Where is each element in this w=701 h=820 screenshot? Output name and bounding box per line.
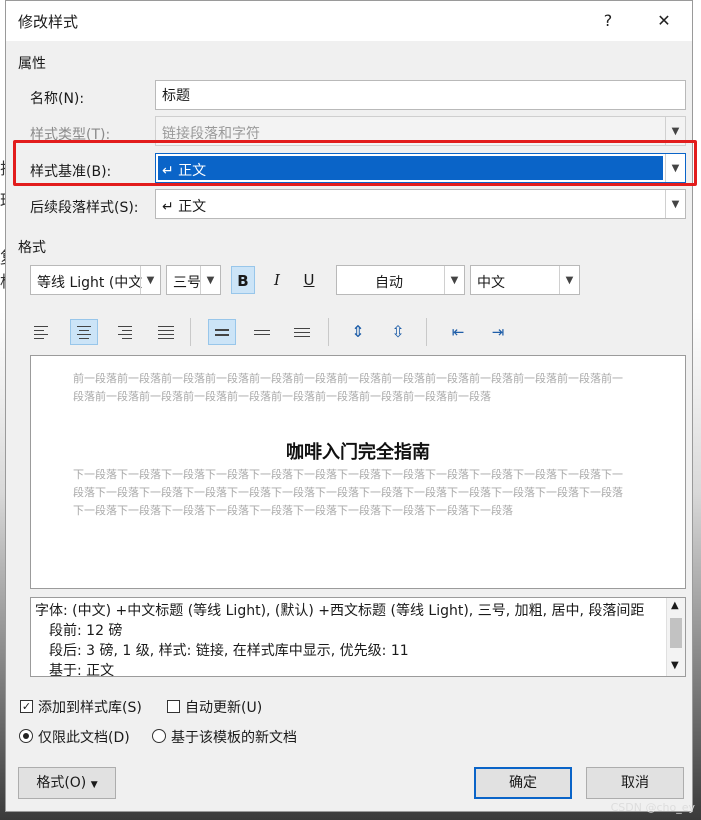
description-scrollbar[interactable]: ▲ ▼ — [666, 598, 685, 676]
format-button-label: 格式(O) — [36, 775, 87, 791]
description-line: 基于: 正文 — [49, 663, 115, 677]
font-color-value: 自动 — [375, 275, 403, 291]
style-preview: 前一段落前一段落前一段落前一段落前一段落前一段落前一段落前一段落前一段落前一段落… — [30, 355, 686, 589]
chevron-down-icon[interactable]: ▼ — [444, 266, 464, 294]
chevron-up-icon[interactable]: ▲ — [671, 600, 679, 611]
font-color-select[interactable]: 自动 ▼ — [336, 265, 465, 295]
caret-down-icon: ▼ — [90, 780, 98, 790]
style-description: 字体: (中文) +中文标题 (等线 Light), (默认) +西文标题 (等… — [30, 597, 686, 677]
script-select[interactable]: 中文 ▼ — [470, 265, 580, 295]
justify-icon[interactable] — [152, 319, 180, 345]
size-select[interactable]: 三号 ▼ — [166, 265, 221, 295]
next-style-select[interactable]: ↵ 正文 ▼ — [155, 189, 686, 219]
size-value: 三号 — [173, 275, 201, 291]
modify-style-dialog: 修改样式 ? ✕ 属性 名称(N): 标题 样式类型(T): 链接段落和字符 ▼… — [5, 0, 693, 812]
script-value: 中文 — [477, 275, 505, 291]
format-menu-button[interactable]: 格式(O) ▼ — [18, 767, 116, 799]
help-button[interactable]: ? — [590, 7, 626, 35]
chevron-down-icon[interactable]: ▼ — [671, 660, 679, 671]
next-style-label: 后续段落样式(S): — [30, 200, 139, 216]
chevron-down-icon[interactable]: ▼ — [665, 190, 685, 218]
watermark: CSDN @cho_ey — [610, 801, 695, 814]
description-line: 段前: 12 磅 — [49, 623, 123, 639]
double-spacing-icon[interactable] — [288, 319, 316, 345]
chevron-down-icon[interactable]: ▼ — [140, 266, 160, 294]
name-input[interactable]: 标题 — [155, 80, 686, 110]
ok-button[interactable]: 确定 — [474, 767, 572, 799]
properties-section-label: 属性 — [18, 56, 46, 72]
template-label[interactable]: 基于该模板的新文档 — [171, 727, 297, 747]
scroll-thumb[interactable] — [670, 618, 682, 648]
add-to-gallery-checkbox[interactable]: ✓ — [20, 700, 33, 713]
add-to-gallery-label[interactable]: 添加到样式库(S) — [38, 697, 142, 717]
one-half-spacing-icon[interactable] — [248, 319, 276, 345]
preview-heading: 咖啡入门完全指南 — [286, 442, 430, 463]
title-bar: 修改样式 ? ✕ — [6, 1, 692, 41]
previous-paragraph-text: 前一段落前一段落前一段落前一段落前一段落前一段落前一段落前一段落前一段落前一段落… — [73, 372, 623, 403]
this-document-label[interactable]: 仅限此文档(D) — [38, 727, 130, 747]
next-paragraph-text: 下一段落下一段落下一段落下一段落下一段落下一段落下一段落下一段落下一段落下一段落… — [73, 468, 623, 517]
auto-update-checkbox[interactable] — [167, 700, 180, 713]
bold-button[interactable]: B — [231, 266, 255, 294]
increase-spacing-icon[interactable]: ⇕ — [346, 318, 370, 346]
template-radio[interactable] — [152, 729, 166, 743]
single-spacing-icon[interactable] — [208, 319, 236, 345]
cancel-button[interactable]: 取消 — [586, 767, 684, 799]
description-line: 段后: 3 磅, 1 级, 样式: 链接, 在样式库中显示, 优先级: 11 — [49, 643, 409, 659]
format-section-label: 格式 — [18, 240, 46, 256]
align-left-icon[interactable] — [28, 319, 56, 345]
description-line: 字体: (中文) +中文标题 (等线 Light), (默认) +西文标题 (等… — [35, 603, 645, 619]
chevron-down-icon[interactable]: ▼ — [200, 266, 220, 294]
align-right-icon[interactable] — [110, 319, 138, 345]
decrease-indent-icon[interactable]: ⇤ — [446, 318, 470, 346]
italic-button[interactable]: I — [265, 266, 289, 294]
font-select[interactable]: 等线 Light (中文 ▼ — [30, 265, 161, 295]
next-style-value: ↵ 正文 — [162, 199, 207, 215]
highlight-box — [13, 140, 697, 186]
close-icon[interactable]: ✕ — [646, 7, 682, 35]
chevron-down-icon[interactable]: ▼ — [559, 266, 579, 294]
dialog-title: 修改样式 — [18, 13, 79, 31]
this-document-radio[interactable] — [19, 729, 33, 743]
decrease-spacing-icon[interactable]: ⇳ — [386, 318, 410, 346]
align-center-icon[interactable] — [70, 319, 98, 345]
font-value: 等线 Light (中文 — [37, 275, 143, 291]
underline-button[interactable]: U — [297, 266, 321, 294]
name-label: 名称(N): — [30, 91, 85, 107]
increase-indent-icon[interactable]: ⇥ — [486, 318, 510, 346]
auto-update-label[interactable]: 自动更新(U) — [185, 697, 262, 717]
